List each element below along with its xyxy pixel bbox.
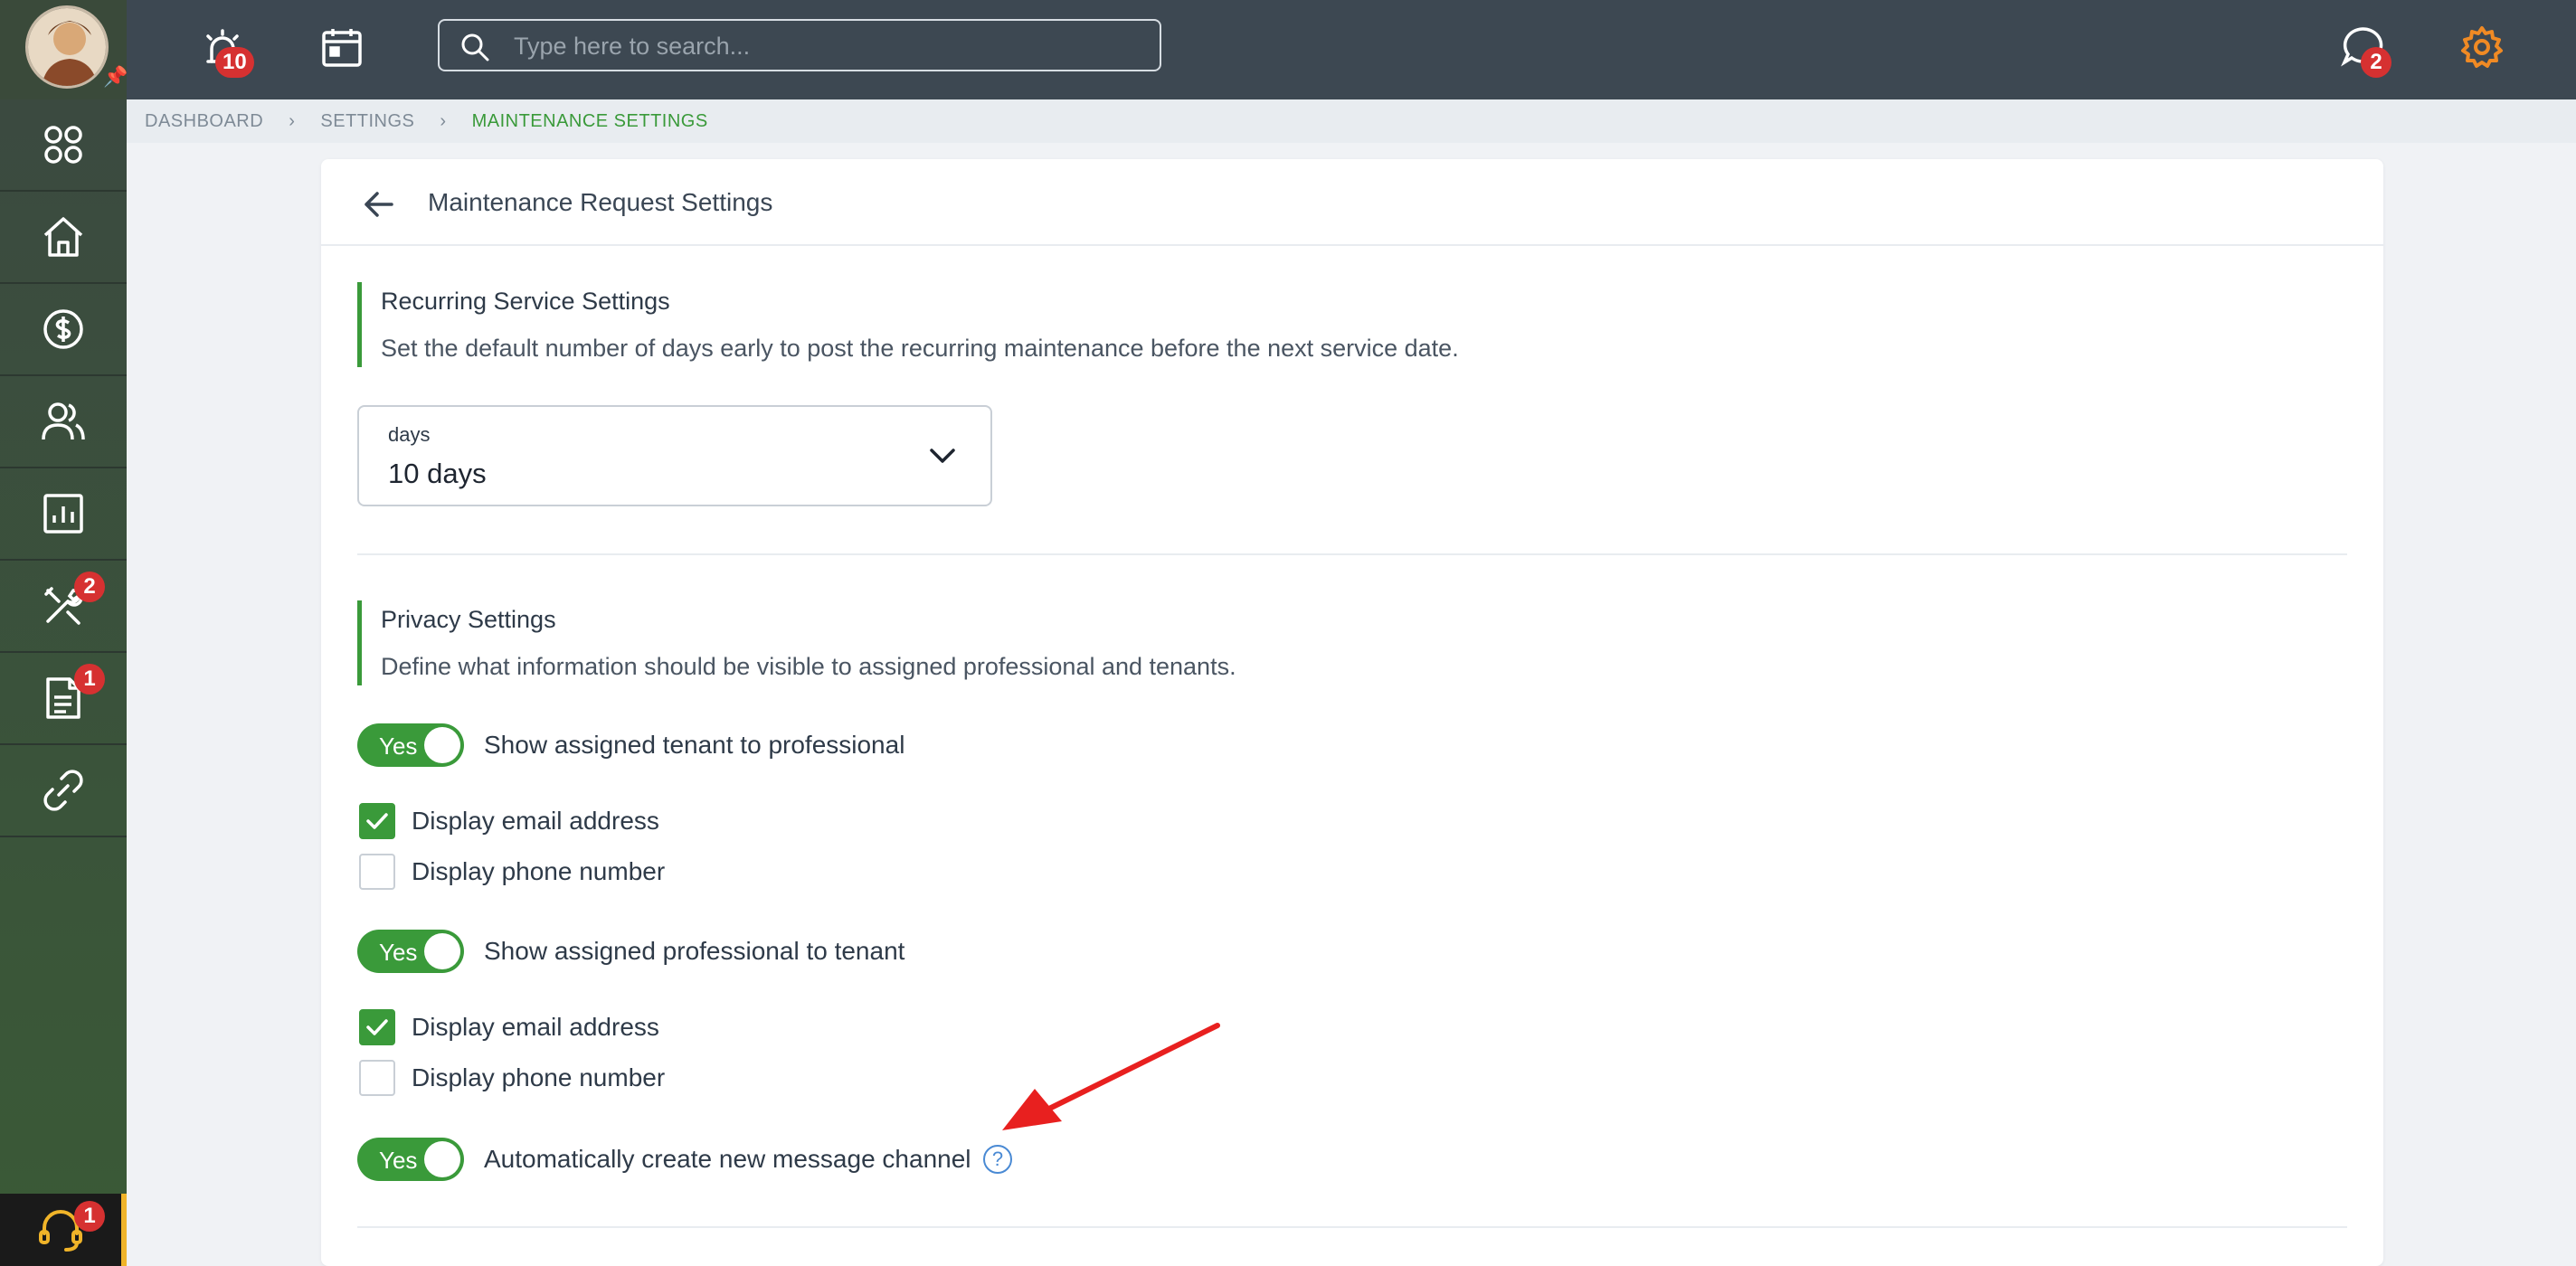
breadcrumb-maintenance-settings: MAINTENANCE SETTINGS bbox=[471, 110, 708, 131]
chevron-right-icon: › bbox=[440, 110, 447, 131]
dollar-icon bbox=[43, 309, 83, 349]
toggle-knob bbox=[424, 1141, 460, 1177]
section-divider bbox=[357, 553, 2347, 555]
checkbox-professional-email-label: Display email address bbox=[412, 1013, 659, 1041]
avatar[interactable] bbox=[25, 5, 109, 89]
annotation-arrow-icon bbox=[1002, 1023, 1220, 1130]
toggle-show-tenant[interactable]: Yes bbox=[357, 723, 464, 767]
alarm-icon[interactable]: 10 bbox=[194, 18, 254, 78]
card-header: Maintenance Request Settings bbox=[321, 159, 2383, 246]
toggle-knob bbox=[424, 727, 460, 763]
checkbox-tenant-phone[interactable] bbox=[359, 854, 395, 890]
sidebar-item-maintenance[interactable]: 2 bbox=[0, 561, 127, 653]
checkbox-professional-phone-label: Display phone number bbox=[412, 1063, 666, 1091]
search-icon bbox=[459, 32, 490, 67]
recurring-section-description: Set the default number of days early to … bbox=[381, 335, 1459, 362]
sidebar-item-home[interactable] bbox=[0, 192, 127, 284]
toggle-auto-message-channel-label: Automatically create new message channel bbox=[484, 1145, 971, 1173]
breadcrumb-settings[interactable]: SETTINGS bbox=[320, 111, 414, 132]
alarm-badge: 10 bbox=[215, 47, 254, 78]
settings-card: Maintenance Request Settings Recurring S… bbox=[321, 159, 2383, 1266]
section-divider bbox=[357, 1226, 2347, 1228]
sidebar-item-links[interactable] bbox=[0, 745, 127, 837]
people-icon bbox=[42, 402, 85, 440]
days-select[interactable]: days 10 days bbox=[357, 405, 992, 506]
breadcrumb-dashboard[interactable]: DASHBOARD bbox=[145, 111, 263, 132]
privacy-section-description: Define what information should be visibl… bbox=[381, 653, 1236, 680]
sidebar-item-documents[interactable]: 1 bbox=[0, 653, 127, 745]
maintenance-badge: 2 bbox=[74, 572, 105, 602]
help-question-icon[interactable]: ? bbox=[983, 1145, 1012, 1174]
toggle-value: Yes bbox=[379, 939, 418, 966]
back-arrow-icon[interactable] bbox=[361, 186, 397, 222]
chevron-right-icon: › bbox=[289, 110, 296, 131]
checkbox-tenant-email[interactable] bbox=[359, 803, 395, 839]
checkbox-professional-phone[interactable] bbox=[359, 1060, 395, 1096]
apps-grid-icon bbox=[44, 126, 82, 164]
section-accent-bar bbox=[357, 600, 362, 685]
gear-icon[interactable] bbox=[2453, 18, 2511, 76]
chevron-down-icon bbox=[929, 447, 956, 469]
avatar-area[interactable]: 📌 bbox=[0, 0, 128, 99]
pin-icon[interactable]: 📌 bbox=[103, 65, 128, 89]
page-title: Maintenance Request Settings bbox=[428, 188, 773, 216]
support-badge: 1 bbox=[74, 1201, 105, 1232]
checkbox-professional-email[interactable] bbox=[359, 1009, 395, 1045]
reports-chart-icon bbox=[43, 494, 83, 534]
messages-badge: 2 bbox=[2361, 47, 2391, 78]
privacy-section-title: Privacy Settings bbox=[381, 606, 556, 633]
home-icon bbox=[43, 217, 83, 257]
checkmark-icon bbox=[366, 813, 388, 829]
toggle-show-tenant-label: Show assigned tenant to professional bbox=[484, 731, 905, 759]
checkbox-tenant-phone-label: Display phone number bbox=[412, 857, 666, 885]
checkbox-tenant-email-label: Display email address bbox=[412, 807, 659, 835]
messages-icon[interactable]: 2 bbox=[2334, 18, 2391, 78]
toggle-value: Yes bbox=[379, 732, 418, 760]
recurring-section-title: Recurring Service Settings bbox=[381, 288, 670, 315]
toggle-auto-message-channel[interactable]: Yes bbox=[357, 1138, 464, 1181]
documents-badge: 1 bbox=[74, 664, 105, 694]
toggle-show-professional[interactable]: Yes bbox=[357, 930, 464, 973]
breadcrumb: DASHBOARD › SETTINGS › MAINTENANCE SETTI… bbox=[127, 99, 2576, 143]
days-select-value: 10 days bbox=[388, 458, 487, 489]
link-icon bbox=[43, 770, 83, 811]
calendar-icon[interactable] bbox=[313, 18, 371, 76]
support-button[interactable]: 1 bbox=[0, 1194, 127, 1266]
search-input[interactable] bbox=[514, 30, 1129, 62]
search-box[interactable] bbox=[438, 19, 1161, 71]
sidebar-item-apps[interactable] bbox=[0, 99, 127, 192]
toggle-knob bbox=[424, 933, 460, 969]
toggle-value: Yes bbox=[379, 1147, 418, 1174]
sidebar: 2 1 bbox=[0, 99, 127, 1266]
top-bar: 📌 10 2 bbox=[0, 0, 2576, 99]
sidebar-item-reports[interactable] bbox=[0, 468, 127, 561]
section-accent-bar bbox=[357, 282, 362, 367]
toggle-show-professional-label: Show assigned professional to tenant bbox=[484, 937, 905, 965]
days-select-label: days bbox=[388, 423, 431, 446]
sidebar-item-finance[interactable] bbox=[0, 284, 127, 376]
checkmark-icon bbox=[366, 1019, 388, 1035]
sidebar-item-people[interactable] bbox=[0, 376, 127, 468]
